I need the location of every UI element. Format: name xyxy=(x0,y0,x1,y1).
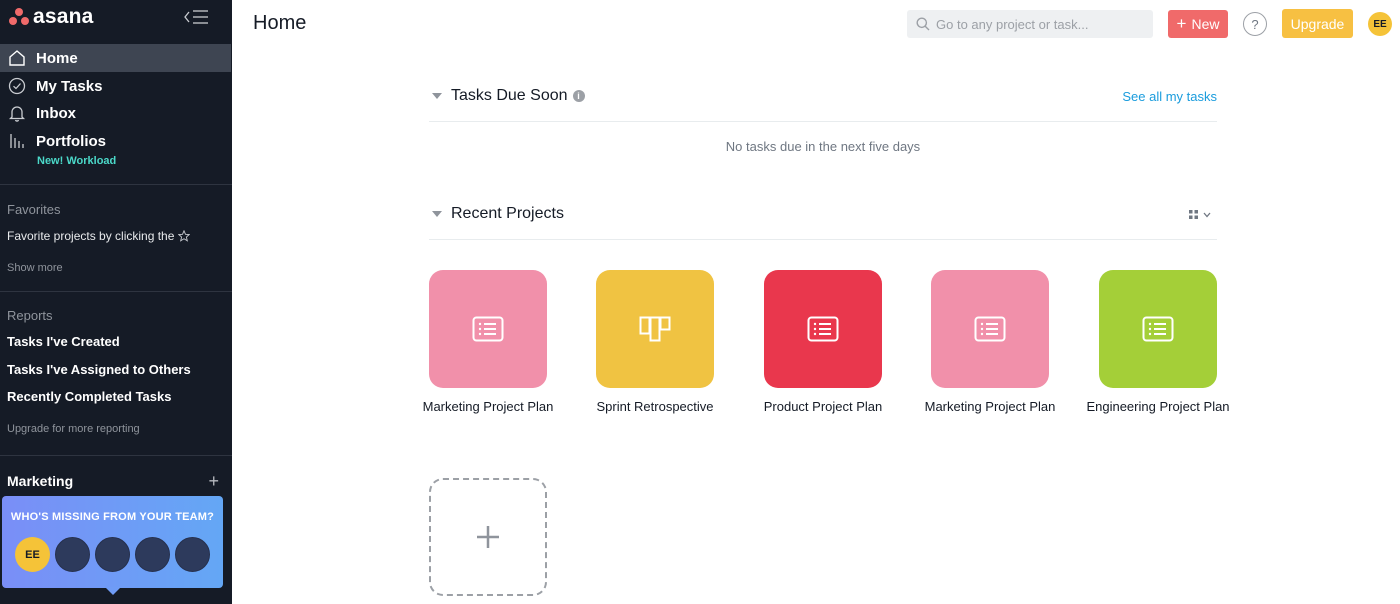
show-more-link[interactable]: Show more xyxy=(7,262,63,274)
upgrade-reporting-link[interactable]: Upgrade for more reporting xyxy=(7,423,140,435)
project-card[interactable]: Marketing Project Plan xyxy=(423,270,553,415)
empty-avatar-slot[interactable] xyxy=(95,537,130,572)
bar-chart-icon xyxy=(8,132,26,150)
avatar[interactable]: EE xyxy=(1368,12,1392,36)
favorites-title: Favorites xyxy=(7,202,61,217)
project-name: Marketing Project Plan xyxy=(924,399,1056,414)
page-title: Home xyxy=(253,12,307,34)
collapse-sidebar-icon[interactable] xyxy=(183,8,209,26)
sidebar-item-label: Home xyxy=(36,49,78,67)
section-title: Tasks Due Soon xyxy=(451,87,568,104)
project-card[interactable]: Sprint Retrospective xyxy=(596,270,714,415)
section-title: Recent Projects xyxy=(451,205,564,222)
list-icon xyxy=(1142,316,1174,342)
report-tasks-created[interactable]: Tasks I've Created xyxy=(7,334,120,349)
project-name: Marketing Project Plan xyxy=(422,399,554,414)
project-tile[interactable] xyxy=(429,270,547,388)
sidebar: asana Home My Tasks Inbox Portfolios New… xyxy=(0,0,232,604)
plus-icon: + xyxy=(1176,14,1187,33)
star-icon xyxy=(178,230,191,242)
sidebar-item-my-tasks[interactable]: My Tasks xyxy=(0,72,232,100)
help-button[interactable]: ? xyxy=(1243,12,1267,36)
section-divider xyxy=(429,239,1217,240)
project-tile[interactable] xyxy=(931,270,1049,388)
tasks-due-soon-header: Tasks Due Soon i See all my tasks xyxy=(429,80,1217,112)
avatar[interactable]: EE xyxy=(15,537,50,572)
favorites-hint: Favorite projects by clicking the xyxy=(7,229,191,243)
empty-avatar-slot[interactable] xyxy=(175,537,210,572)
sidebar-item-label: Portfolios xyxy=(36,132,106,150)
chevron-down-icon xyxy=(1203,212,1211,218)
sidebar-item-home[interactable]: Home xyxy=(0,44,231,72)
workload-link[interactable]: New! Workload xyxy=(37,155,116,167)
search-bar[interactable] xyxy=(907,10,1153,38)
reports-title: Reports xyxy=(7,308,53,323)
project-tile[interactable] xyxy=(764,270,882,388)
project-card[interactable]: Product Project Plan xyxy=(764,270,882,415)
card-pointer xyxy=(105,587,121,595)
list-icon xyxy=(807,316,839,342)
report-recently-completed[interactable]: Recently Completed Tasks xyxy=(7,389,171,404)
team-header: Marketing + xyxy=(7,472,219,490)
sidebar-divider xyxy=(0,291,232,292)
info-icon[interactable]: i xyxy=(572,90,585,102)
logo-text: asana xyxy=(33,5,94,28)
home-icon xyxy=(8,49,26,67)
sidebar-divider xyxy=(0,184,232,185)
empty-tasks-message: No tasks due in the next five days xyxy=(725,139,921,154)
project-card[interactable]: Engineering Project Plan xyxy=(1086,270,1230,415)
recent-projects-header: Recent Projects xyxy=(429,198,1217,230)
project-name: Engineering Project Plan xyxy=(1086,399,1230,414)
see-all-tasks-link[interactable]: See all my tasks xyxy=(1122,89,1217,104)
search-icon xyxy=(916,17,930,31)
report-tasks-assigned[interactable]: Tasks I've Assigned to Others xyxy=(7,362,191,377)
check-circle-icon xyxy=(8,77,26,95)
bell-icon xyxy=(8,104,26,122)
invite-title: WHO'S MISSING FROM YOUR TEAM? xyxy=(10,511,215,523)
empty-avatar-slot[interactable] xyxy=(135,537,170,572)
sidebar-item-label: My Tasks xyxy=(36,77,103,95)
list-icon xyxy=(974,316,1006,342)
view-toggle-button[interactable] xyxy=(1188,209,1211,220)
plus-icon xyxy=(475,524,501,550)
team-name[interactable]: Marketing xyxy=(7,473,73,489)
project-name: Product Project Plan xyxy=(763,399,883,414)
project-tile[interactable] xyxy=(596,270,714,388)
new-button[interactable]: + New xyxy=(1168,10,1228,38)
collapse-caret-icon[interactable] xyxy=(432,211,442,217)
add-team-member-button[interactable]: + xyxy=(208,472,219,490)
asana-logo[interactable]: asana xyxy=(9,5,94,28)
new-project-button[interactable] xyxy=(429,478,547,596)
project-tile[interactable] xyxy=(1099,270,1217,388)
list-icon xyxy=(472,316,504,342)
grid-icon xyxy=(1188,209,1199,220)
collapse-caret-icon[interactable] xyxy=(432,93,442,99)
invite-teammates-card[interactable]: WHO'S MISSING FROM YOUR TEAM? EE xyxy=(2,496,223,595)
sidebar-item-label: Inbox xyxy=(36,104,76,122)
section-divider xyxy=(429,121,1217,122)
asana-logo-icon xyxy=(9,8,29,26)
sidebar-divider xyxy=(0,455,232,456)
favorites-hint-text: Favorite projects by clicking the xyxy=(7,229,175,243)
sidebar-item-inbox[interactable]: Inbox xyxy=(0,99,232,127)
upgrade-button[interactable]: Upgrade xyxy=(1282,9,1353,38)
sidebar-item-portfolios[interactable]: Portfolios xyxy=(0,127,232,155)
empty-avatar-slot[interactable] xyxy=(55,537,90,572)
search-input[interactable] xyxy=(936,16,1136,32)
project-name: Sprint Retrospective xyxy=(596,399,714,414)
invite-avatars: EE xyxy=(15,537,210,572)
new-button-label: New xyxy=(1191,16,1220,32)
board-icon xyxy=(639,316,671,342)
project-card[interactable]: Marketing Project Plan xyxy=(925,270,1055,415)
